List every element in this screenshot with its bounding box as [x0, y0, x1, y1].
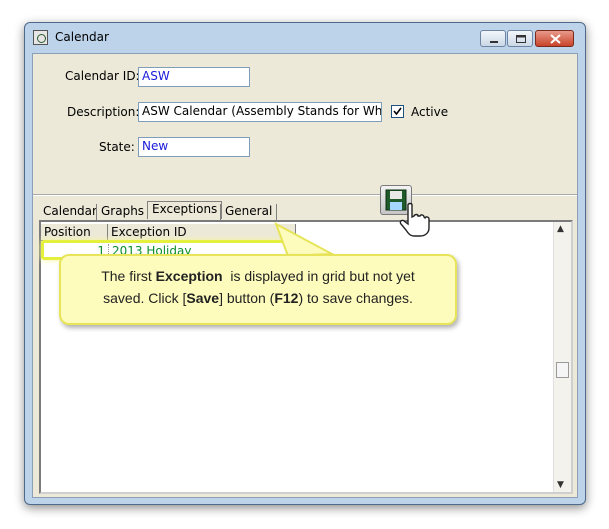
tab-calendar[interactable]: Calendar: [39, 204, 101, 220]
window-title: Calendar: [55, 30, 109, 44]
calendar-id-label: Calendar ID:: [65, 69, 140, 83]
callout-pointer: [274, 221, 336, 258]
close-icon: [550, 34, 561, 44]
minimize-icon: [490, 41, 498, 43]
close-button[interactable]: [535, 30, 574, 47]
description-label: Description:: [67, 105, 140, 119]
calendar-id-field[interactable]: ASW: [138, 67, 250, 87]
tab-graphs[interactable]: Graphs: [96, 204, 148, 220]
scroll-up-arrow-icon[interactable]: ▲: [557, 224, 564, 234]
state-field[interactable]: New: [138, 137, 250, 157]
maximize-button[interactable]: [507, 30, 533, 47]
column-header-position[interactable]: Position: [41, 224, 108, 241]
maximize-icon: [516, 35, 526, 43]
callout-line-2: saved. Click [Save] button (F12) to save…: [103, 290, 413, 306]
checkmark-icon: [393, 107, 402, 116]
description-field[interactable]: ASW Calendar (Assembly Stands for Wheels…: [138, 102, 382, 122]
minimize-button[interactable]: [480, 30, 506, 47]
vertical-scrollbar[interactable]: ▲ ▼: [553, 222, 571, 492]
callout-line-1: The first Exception is displayed in grid…: [101, 268, 415, 284]
hand-pointer-icon: [399, 202, 430, 237]
calendar-app-icon: [33, 30, 48, 45]
callout-tooltip: The first Exception is displayed in grid…: [59, 254, 457, 325]
scrollbar-thumb[interactable]: [556, 362, 569, 378]
active-label: Active: [411, 105, 449, 119]
tab-general[interactable]: General: [220, 204, 278, 220]
column-header-exception-id[interactable]: Exception ID: [108, 224, 296, 241]
divider: [33, 194, 577, 196]
title-bar[interactable]: Calendar: [25, 23, 585, 53]
tab-exceptions[interactable]: Exceptions: [147, 201, 223, 219]
active-checkbox[interactable]: [391, 105, 404, 118]
scroll-down-arrow-icon[interactable]: ▼: [557, 480, 564, 490]
state-label: State:: [99, 140, 135, 154]
